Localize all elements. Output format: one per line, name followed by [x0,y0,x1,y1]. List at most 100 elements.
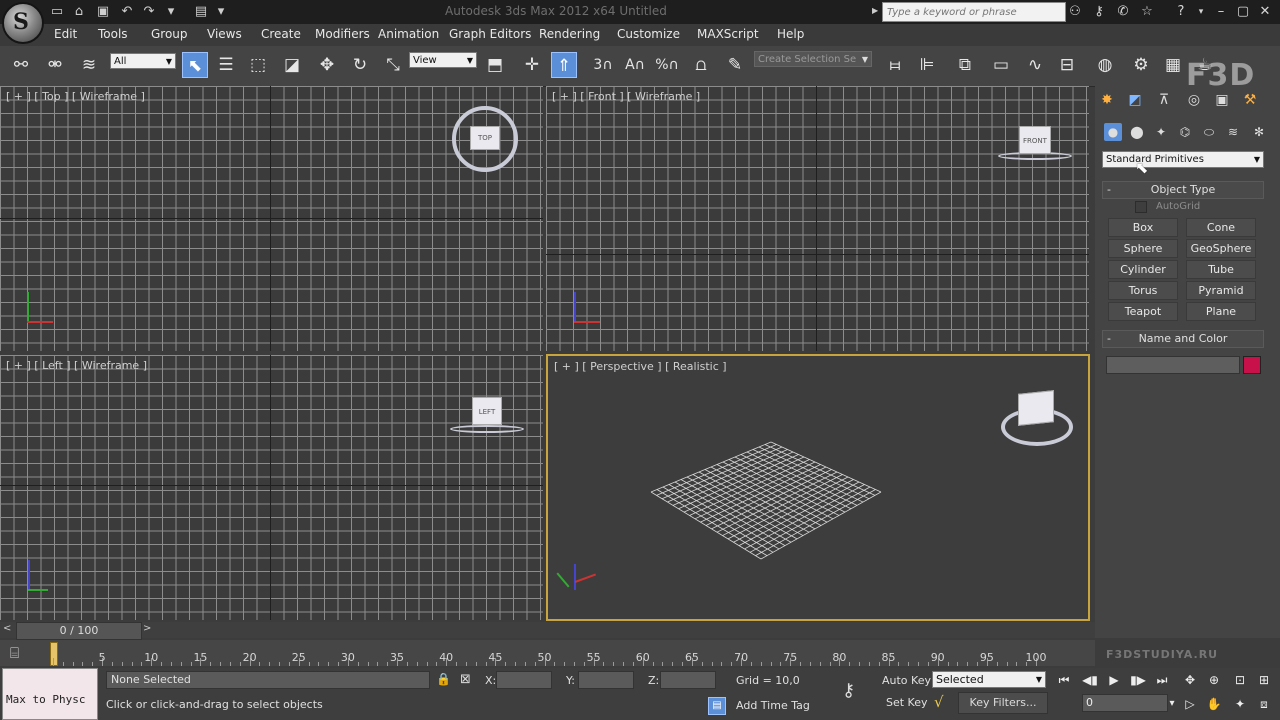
bind-to-space-warp-icon[interactable]: ≋ [76,52,102,78]
menu-graph-editors[interactable]: Graph Editors [449,27,531,41]
select-and-rotate-icon[interactable]: ↻ [347,52,373,78]
angle-snap-icon[interactable]: A∩ [622,52,648,78]
field-of-view-icon[interactable]: ▷ [1180,694,1200,714]
select-object-icon[interactable]: ⬉ [182,52,208,78]
subscription-key-icon[interactable]: ⚷ [1090,3,1108,21]
geometry-icon[interactable]: ● [1104,123,1122,141]
object-category-dropdown[interactable]: Standard Primitives ▼ [1102,151,1264,168]
viewport-front-label[interactable]: [ + ] [ Front ] [ Wireframe ] [552,90,700,103]
utilities-tab-icon[interactable]: ⚒ [1240,90,1260,110]
maximize-viewport-icon[interactable]: ⧈ [1254,694,1274,714]
selection-lock-icon[interactable]: 🔒 [436,672,451,686]
object-color-swatch[interactable] [1243,356,1261,374]
cameras-icon[interactable]: ⌬ [1176,123,1194,141]
geosphere-button[interactable]: GeoSphere [1186,239,1256,258]
viewcube-ring[interactable] [450,425,524,433]
space-warps-icon[interactable]: ≋ [1224,123,1242,141]
quick-access-dropdown-icon[interactable]: ▾ [212,3,230,21]
unlink-selection-icon[interactable]: ⚮ [42,52,68,78]
minimize-icon[interactable]: – [1212,3,1230,21]
current-frame-field[interactable]: 0 [1082,694,1168,712]
favorites-star-icon[interactable]: ☆ [1138,3,1156,21]
viewport-perspective[interactable]: [ + ] [ Perspective ] [ Realistic ] [546,354,1090,621]
selection-filter-dropdown[interactable]: All ▼ [110,53,176,69]
time-slider-next-button[interactable]: > [143,623,155,637]
spinner-snap-icon[interactable]: ⩍ [688,52,714,78]
select-and-move-icon[interactable]: ✥ [314,52,340,78]
schematic-view-icon[interactable]: ⊟ [1054,52,1080,78]
select-and-manipulate-icon[interactable]: ✛ [519,52,545,78]
material-editor-icon[interactable]: ◍ [1092,52,1118,78]
open-file-icon[interactable]: ⌂ [70,3,88,21]
plane-button[interactable]: Plane [1186,302,1256,321]
keyboard-shortcut-override-icon[interactable]: ⇑ [551,52,577,78]
viewcube-front[interactable]: FRONT [1019,126,1051,154]
time-tag-icon[interactable]: ▤ [708,697,726,715]
menu-modifiers[interactable]: Modifiers [315,27,370,41]
rectangular-selection-icon[interactable]: ⬚ [245,52,271,78]
z-coordinate-field[interactable] [660,671,716,689]
new-file-icon[interactable]: ▭ [48,3,66,21]
cylinder-button[interactable]: Cylinder [1108,260,1178,279]
sphere-button[interactable]: Sphere [1108,239,1178,258]
object-type-rollout-header[interactable]: - Object Type [1102,181,1264,199]
zoom-extents-all-icon[interactable]: ⊞ [1254,670,1274,690]
project-folder-icon[interactable]: ▤ [192,3,210,21]
zoom-all-icon[interactable]: ⊕ [1204,670,1224,690]
select-and-scale-icon[interactable]: ⤡ [380,52,406,78]
tube-button[interactable]: Tube [1186,260,1256,279]
box-button[interactable]: Box [1108,218,1178,237]
time-slider-prev-button[interactable]: < [3,623,15,637]
create-tab-icon[interactable]: ✸ [1097,90,1117,110]
percent-snap-icon[interactable]: %∩ [654,52,680,78]
set-key-button[interactable]: Set Key [886,696,928,709]
menu-customize[interactable]: Customize [617,27,680,41]
x-coordinate-field[interactable] [496,671,552,689]
hierarchy-tab-icon[interactable]: ⊼ [1154,90,1174,110]
render-setup-icon[interactable]: ⚙ [1128,52,1154,78]
pivot-center-icon[interactable]: ⬒ [482,52,508,78]
menu-group[interactable]: Group [151,27,188,41]
time-slider-thumb[interactable]: 0 / 100 [16,622,142,640]
key-curve-icon[interactable]: √ [934,693,944,711]
edit-named-selection-icon[interactable]: ✎ [722,52,748,78]
align-icon[interactable]: ⊫ [914,52,940,78]
add-time-tag-button[interactable]: Add Time Tag [736,699,810,712]
y-coordinate-field[interactable] [578,671,634,689]
modify-tab-icon[interactable]: ◩ [1125,90,1145,110]
communication-center-icon[interactable]: ✆ [1114,3,1132,21]
menu-edit[interactable]: Edit [54,27,77,41]
viewport-top[interactable]: [ + ] [ Top ] [ Wireframe ] TOP [0,86,543,351]
layer-manager-icon[interactable]: ⧉ [952,52,978,78]
zoom-icon[interactable]: ✥ [1180,670,1200,690]
snaps-toggle-icon[interactable]: 3∩ [590,52,616,78]
torus-button[interactable]: Torus [1108,281,1178,300]
viewcube-top[interactable]: TOP [470,126,500,150]
next-frame-icon[interactable]: ▮▶ [1128,670,1148,690]
pyramid-button[interactable]: Pyramid [1186,281,1256,300]
helpers-icon[interactable]: ⬭ [1200,123,1218,141]
key-mode-dropdown[interactable]: Selected ▼ [932,671,1046,688]
shapes-icon[interactable]: ⬤ [1128,123,1146,141]
viewcube-left[interactable]: LEFT [472,397,502,425]
maxscript-listener[interactable]: Max to Physc [2,668,98,720]
named-selection-set-dropdown[interactable]: Create Selection Se ▼ [754,51,872,67]
motion-tab-icon[interactable]: ◎ [1184,90,1204,110]
select-and-link-icon[interactable]: ⚯ [8,52,34,78]
pan-view-icon[interactable]: ✋ [1204,694,1224,714]
teapot-button[interactable]: Teapot [1108,302,1178,321]
binoculars-icon[interactable]: ⚇ [1066,3,1084,21]
mirror-icon[interactable]: ⧦ [882,52,908,78]
curve-editor-icon[interactable]: ∿ [1022,52,1048,78]
close-icon[interactable]: ✕ [1256,3,1274,21]
cone-button[interactable]: Cone [1186,218,1256,237]
rendered-frame-window-icon[interactable]: ▦ [1160,52,1186,78]
key-filters-button[interactable]: Key Filters... [958,692,1048,714]
reference-coordinate-dropdown[interactable]: View ▼ [409,52,477,68]
play-icon[interactable]: ▶ [1104,670,1124,690]
search-input[interactable] [882,2,1066,22]
set-key-mode-key-icon[interactable]: ⚷ [842,680,855,701]
go-to-end-icon[interactable]: ⏭ [1152,670,1172,690]
systems-icon[interactable]: ✻ [1250,123,1268,141]
time-configuration-icon[interactable]: ▾ [1162,694,1182,714]
